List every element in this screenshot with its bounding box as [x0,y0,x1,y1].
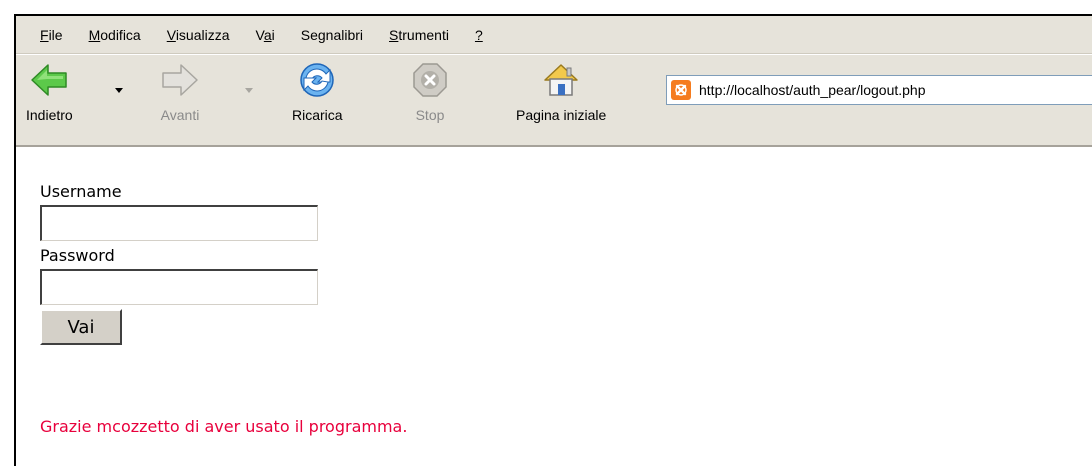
stop-label: Stop [415,107,445,123]
home-icon [539,57,583,103]
navigation-toolbar: Indietro Avanti Ricarica Stop Pagina ini… [16,54,1092,147]
stop-icon [408,57,452,103]
stop-button[interactable]: Stop [408,57,452,137]
menu-strumenti[interactable]: Strumenti [389,27,449,43]
logout-message: Grazie mcozzetto di aver usato il progra… [40,417,408,436]
password-label: Password [40,246,115,265]
menu-bar: File Modifica Visualizza Vai Segnalibri … [16,16,1092,54]
home-button[interactable]: Pagina iniziale [516,57,606,137]
back-button[interactable]: Indietro [26,57,73,137]
chevron-down-icon [115,87,123,93]
menu-visualizza[interactable]: Visualizza [167,27,230,43]
login-form: Username Password Vai [40,181,318,345]
browser-window: File Modifica Visualizza Vai Segnalibri … [14,14,1092,466]
back-history-dropdown[interactable] [114,85,124,95]
username-input[interactable] [40,205,318,241]
reload-label: Ricarica [292,107,343,123]
home-label: Pagina iniziale [516,107,607,123]
url-text: http://localhost/auth_pear/logout.php [699,82,926,98]
menu-vai[interactable]: Vai [256,27,275,43]
menu-help[interactable]: ? [475,27,483,43]
submit-button[interactable]: Vai [40,309,122,345]
forward-history-dropdown[interactable] [244,85,254,95]
menu-file[interactable]: File [40,27,63,43]
chevron-down-icon [245,87,253,93]
address-bar[interactable]: http://localhost/auth_pear/logout.php [666,75,1092,105]
forward-arrow-icon [158,57,202,103]
xampp-icon [671,80,691,100]
menu-modifica[interactable]: Modifica [89,27,141,43]
menu-segnalibri[interactable]: Segnalibri [301,27,363,43]
back-label: Indietro [26,107,73,123]
back-arrow-icon [27,57,71,103]
forward-button[interactable]: Avanti [158,57,202,137]
reload-button[interactable]: Ricarica [292,57,343,137]
password-input[interactable] [40,269,318,305]
reload-icon [295,57,339,103]
username-label: Username [40,182,122,201]
forward-label: Avanti [160,107,200,123]
